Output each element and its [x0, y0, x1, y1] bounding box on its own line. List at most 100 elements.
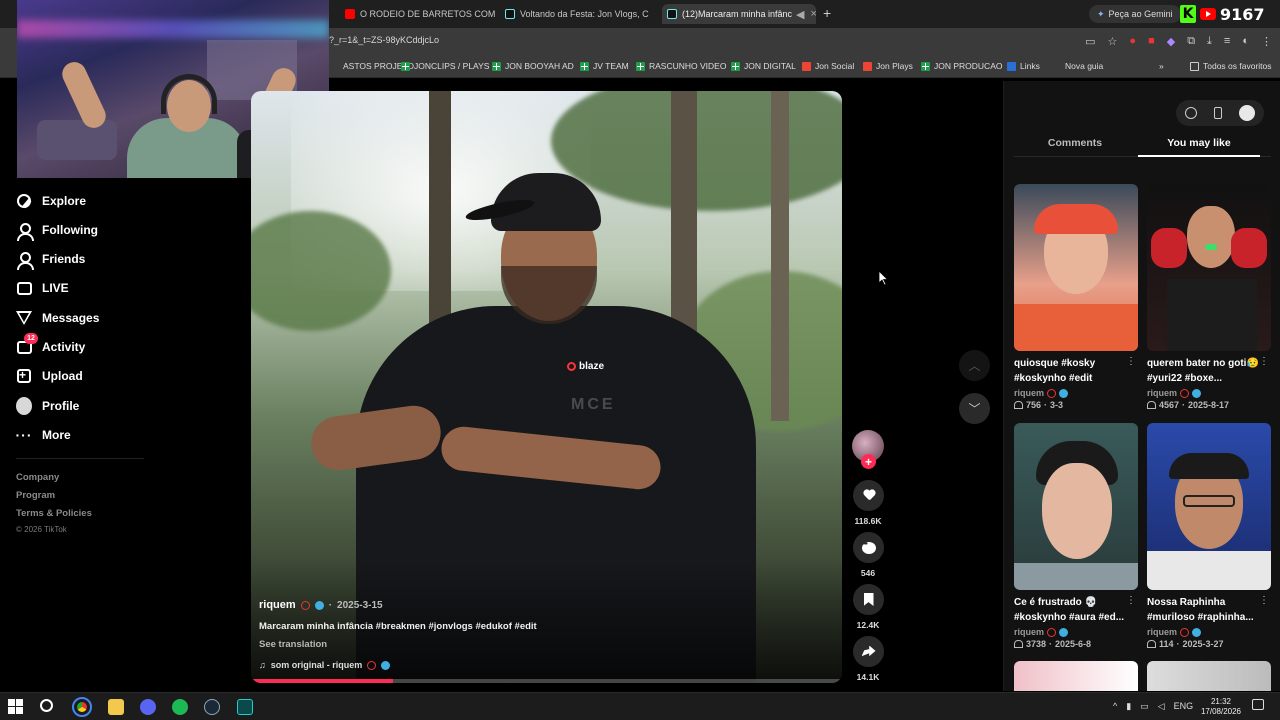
- recommended-video-card[interactable]: ⋮ Ce é frustrado 💀 #koskynho #aura #ed..…: [1014, 423, 1138, 649]
- card-author[interactable]: riquem: [1147, 388, 1271, 398]
- notifications-icon[interactable]: [1252, 699, 1264, 710]
- media-icon[interactable]: ≡: [1224, 35, 1230, 48]
- sidebar-item-messages[interactable]: Messages: [16, 307, 99, 329]
- microphone-icon[interactable]: ▮: [1126, 701, 1131, 712]
- taskbar-clock[interactable]: 21:32 17/08/2026: [1198, 697, 1244, 717]
- close-icon[interactable]: ×: [811, 8, 816, 20]
- video-author[interactable]: riquem · 2025-3-15: [259, 599, 383, 611]
- video-thumbnail[interactable]: [1014, 423, 1138, 590]
- card-title[interactable]: Ce é frustrado 💀 #koskynho #aura #ed...: [1014, 595, 1132, 625]
- recommended-video-card[interactable]: [1014, 661, 1138, 691]
- share-button[interactable]: [853, 636, 884, 667]
- tray-overflow-icon[interactable]: ^: [1113, 701, 1117, 712]
- tab-rodeio[interactable]: O RODEIO DE BARRETOS COM ×: [345, 4, 495, 24]
- video-thumbnail[interactable]: [1147, 184, 1271, 351]
- next-video-button[interactable]: ﹀: [959, 393, 990, 424]
- comment-button[interactable]: [853, 532, 884, 563]
- compass-icon[interactable]: [1184, 107, 1197, 119]
- save-button[interactable]: [853, 584, 884, 615]
- extension-icon[interactable]: ◆: [1167, 35, 1175, 48]
- extension-icon[interactable]: ■: [1148, 35, 1155, 48]
- file-explorer-icon[interactable]: [108, 699, 124, 715]
- bookmark-item[interactable]: JON DIGITAL: [731, 61, 796, 71]
- footer-link-company[interactable]: Company: [16, 472, 59, 483]
- video-progress-bar[interactable]: [251, 679, 842, 683]
- globe-icon: [1192, 388, 1202, 398]
- bookmark-item[interactable]: Jon Social: [802, 61, 854, 71]
- language-indicator[interactable]: ENG: [1174, 701, 1194, 712]
- like-button[interactable]: [853, 480, 884, 511]
- bookmark-item[interactable]: JON BOOYAH AD: [492, 61, 574, 71]
- sidebar-item-activity[interactable]: 12 Activity: [16, 333, 85, 358]
- spotify-icon[interactable]: [172, 699, 188, 715]
- sidebar-item-explore[interactable]: Explore: [16, 190, 86, 212]
- volume-icon[interactable]: ◁: [1158, 701, 1165, 712]
- extension-icon[interactable]: ●: [1129, 35, 1136, 48]
- more-options-icon[interactable]: ⋮: [1259, 595, 1269, 606]
- footer-link-terms[interactable]: Terms & Policies: [16, 508, 92, 519]
- sidebar-item-more[interactable]: ··· More: [16, 424, 71, 446]
- sidebar-item-live[interactable]: LIVE: [16, 277, 69, 299]
- video-thumbnail[interactable]: [1014, 184, 1138, 351]
- card-title[interactable]: querem bater no goti😥 #yuri22 #boxe...: [1147, 356, 1265, 386]
- card-author[interactable]: riquem: [1014, 388, 1138, 398]
- card-author[interactable]: riquem: [1147, 627, 1271, 637]
- bookmark-item[interactable]: JV TEAM: [580, 61, 629, 71]
- chrome-icon[interactable]: [72, 697, 92, 717]
- more-options-icon[interactable]: ⋮: [1259, 356, 1269, 367]
- video-player[interactable]: blaze MCE riquem · 2025-3-15 Marcaram mi…: [251, 91, 842, 683]
- sidebar-item-profile[interactable]: Profile: [16, 395, 79, 417]
- recommended-video-card[interactable]: ⋮ quiosque #kosky #koskynho #edit riquem…: [1014, 184, 1138, 410]
- gemini-icon: ✦: [1097, 8, 1105, 19]
- all-favorites-button[interactable]: Todos os favoritos: [1190, 61, 1272, 71]
- bookmark-item[interactable]: Jon Plays: [863, 61, 913, 71]
- url-field[interactable]: ?_r=1&_t=ZS-98yKCddjcLo: [329, 35, 439, 45]
- audio-icon[interactable]: ◀: [796, 8, 804, 21]
- steam-icon[interactable]: [204, 699, 220, 715]
- tab-title: O RODEIO DE BARRETOS COM: [360, 9, 495, 19]
- bookmark-item[interactable]: RASCUNHO VIDEO: [636, 61, 726, 71]
- recommended-video-card[interactable]: [1147, 661, 1271, 691]
- author-name[interactable]: riquem: [259, 599, 296, 611]
- more-options-icon[interactable]: ⋮: [1126, 356, 1136, 367]
- tab-voltando[interactable]: Voltando da Festa: Jon Vlogs, C ×: [505, 4, 653, 24]
- app-icon[interactable]: [237, 699, 253, 715]
- sidebar-item-upload[interactable]: + Upload: [16, 365, 83, 387]
- star-icon[interactable]: ☆: [1108, 35, 1118, 48]
- video-thumbnail[interactable]: [1147, 423, 1271, 590]
- more-options-icon[interactable]: ⋮: [1126, 595, 1136, 606]
- discord-icon[interactable]: [140, 699, 156, 715]
- profile-icon[interactable]: ◐: [1242, 35, 1249, 48]
- bookmark-item[interactable]: JON PRODUCAO: [921, 61, 1002, 71]
- download-icon[interactable]: ⤓: [1207, 35, 1212, 48]
- search-icon[interactable]: [40, 699, 53, 712]
- gemini-button[interactable]: ✦ Peça ao Gemini: [1089, 5, 1181, 23]
- recommended-video-card[interactable]: ⋮ Nossa Raphinha #muriloso #raphinha... …: [1147, 423, 1271, 649]
- recommended-video-card[interactable]: ⋮ querem bater no goti😥 #yuri22 #boxe...…: [1147, 184, 1271, 410]
- menu-icon[interactable]: ⋮: [1261, 35, 1272, 48]
- sound-link[interactable]: ♫ som original - riquem: [259, 660, 391, 670]
- bookmark-item[interactable]: JONCLIPS / PLAYS: [401, 61, 489, 71]
- cast-icon[interactable]: ▭: [1085, 35, 1095, 48]
- card-title[interactable]: Nossa Raphinha #muriloso #raphinha...: [1147, 595, 1265, 625]
- see-translation-link[interactable]: See translation: [259, 639, 327, 650]
- bookmarks-overflow-button[interactable]: »: [1159, 61, 1164, 71]
- sidebar-item-following[interactable]: Following: [16, 219, 98, 241]
- avatar[interactable]: [1239, 105, 1256, 121]
- card-author[interactable]: riquem: [1014, 627, 1138, 637]
- card-title[interactable]: quiosque #kosky #koskynho #edit: [1014, 356, 1132, 386]
- network-icon[interactable]: ▭: [1140, 701, 1149, 712]
- footer-link-program[interactable]: Program: [16, 490, 55, 501]
- extensions-icon[interactable]: ⧉: [1187, 35, 1195, 48]
- tab-comments[interactable]: Comments: [1014, 137, 1136, 149]
- previous-video-button[interactable]: ︿: [959, 350, 990, 381]
- follow-button[interactable]: +: [861, 454, 876, 469]
- windows-start-icon[interactable]: [8, 699, 23, 714]
- sidebar-item-friends[interactable]: Friends: [16, 248, 85, 270]
- tab-marcaram[interactable]: (12)Marcaram minha infânc ◀ ×: [662, 4, 816, 24]
- phone-icon[interactable]: [1213, 107, 1222, 119]
- new-tab-button[interactable]: +: [823, 5, 831, 21]
- bookmark-item[interactable]: Nova guia: [1052, 61, 1103, 71]
- tab-you-may-like[interactable]: You may like: [1138, 137, 1260, 149]
- bookmark-item[interactable]: Links: [1007, 61, 1040, 71]
